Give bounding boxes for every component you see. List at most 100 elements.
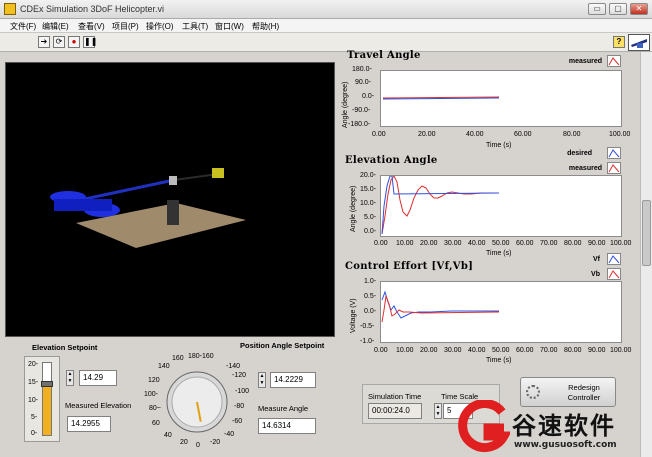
elevation-ytick: 10.0- [360, 200, 376, 207]
control-xtick: 20.00 [420, 347, 438, 354]
measured-angle-label: Measure Angle [258, 404, 309, 413]
elevation-xlabel: Time (s) [486, 250, 512, 257]
knob-label: 140 [158, 363, 170, 370]
elevation-xtick: 20.00 [420, 240, 438, 247]
control-ytick: -1.0- [360, 338, 375, 345]
control-vb-trace [381, 295, 500, 323]
scrollbar-thumb[interactable] [642, 200, 651, 266]
knob-label: -40 [224, 431, 235, 438]
knob-label: 180-160 [188, 353, 214, 360]
helicopter-body [54, 199, 112, 211]
elevation-setpoint-input[interactable]: 14.29 [79, 370, 117, 386]
elevation-legend-desired-swatch[interactable] [607, 147, 621, 159]
knob-label: 160 [172, 355, 184, 362]
slider-tick: 15- [28, 379, 39, 386]
elevation-legend-measured: measured [568, 165, 602, 172]
travel-angle-title: Travel Angle [347, 50, 421, 61]
elevation-slider-thumb[interactable] [41, 380, 53, 387]
travel-xtick: 0.00 [372, 131, 386, 138]
menu-file[interactable]: 文件(F) [10, 21, 36, 32]
menu-tools[interactable]: 工具(T) [182, 21, 208, 32]
knob-label: -60 [232, 418, 243, 425]
control-effort-title: Control Effort [Vf,Vb] [345, 261, 474, 272]
helicopter-3d-view[interactable] [5, 62, 335, 337]
elevation-slider-track[interactable] [41, 362, 53, 436]
menu-window[interactable]: 窗口(W) [215, 21, 244, 32]
watermark-g-icon [458, 400, 510, 453]
menu-help[interactable]: 帮助(H) [252, 21, 279, 32]
elevation-setpoint-spinner[interactable]: ▲ ▼ [66, 370, 74, 386]
control-xlabel: Time (s) [486, 357, 512, 364]
elevation-measured-trace [381, 175, 499, 235]
time-scale-spinner[interactable]: ▲ ▼ [434, 403, 442, 419]
measured-elevation-value: 14.2955 [67, 416, 111, 432]
watermark-logo: 谷速软件 www.gusuosoft.com [448, 398, 652, 457]
control-legend-vf-swatch[interactable] [607, 253, 621, 265]
support-post [167, 200, 179, 225]
counterweight-arm [173, 173, 219, 181]
vertical-scrollbar[interactable] [640, 52, 652, 457]
menu-view[interactable]: 查看(V) [78, 21, 105, 32]
elevation-xtick: 40.00 [468, 240, 486, 247]
control-ytick: -0.5- [360, 323, 375, 330]
run-arrow-icon[interactable]: ➔ [38, 36, 50, 48]
run-continuous-icon[interactable]: ⟳ [53, 36, 65, 48]
elevation-legend-measured-swatch[interactable] [607, 162, 621, 174]
knob-label: 100- [144, 391, 159, 398]
menu-edit[interactable]: 编辑(E) [42, 21, 69, 32]
gear-icon [526, 385, 540, 399]
elevation-angle-plot[interactable] [380, 175, 622, 237]
control-ytick: 1.0- [364, 278, 377, 285]
control-xtick: 50.00 [492, 347, 510, 354]
position-angle-input[interactable]: 14.2229 [270, 372, 316, 388]
travel-xtick: 80.00 [563, 131, 581, 138]
knob-label: -120 [232, 372, 247, 379]
travel-legend-measured-swatch[interactable] [607, 55, 621, 67]
maximize-button[interactable]: ▢ [609, 3, 627, 15]
control-legend-vb-swatch[interactable] [607, 268, 621, 280]
control-effort-plot[interactable] [380, 281, 622, 343]
minimize-button[interactable]: ▭ [588, 3, 606, 15]
menu-project[interactable]: 项目(P) [112, 21, 139, 32]
slider-tick: 20- [28, 361, 39, 368]
travel-xtick: 60.00 [514, 131, 532, 138]
elevation-xtick: 100.00 [610, 240, 632, 247]
position-angle-spinner[interactable]: ▲ ▼ [258, 372, 266, 388]
menu-operate[interactable]: 操作(O) [146, 21, 174, 32]
title-bar: CDEx Simulation 3DoF Helicopter.vi ▭ ▢ ✕ [0, 0, 652, 19]
control-xtick: 30.00 [444, 347, 462, 354]
travel-ytick: 180.0- [352, 66, 372, 73]
control-vf-trace [381, 290, 499, 319]
simulation-time-value: 00:00:24.0 [368, 403, 422, 419]
knob-label: -140 [226, 363, 241, 370]
elevation-ytick: 20.0- [360, 172, 376, 179]
control-xtick: 100.00 [610, 347, 632, 354]
elevation-xtick: 10.00 [396, 240, 414, 247]
control-xtick: 40.00 [468, 347, 486, 354]
slider-tick: 5- [31, 414, 38, 421]
control-ytick: 0.5- [364, 293, 377, 300]
window-title: CDEx Simulation 3DoF Helicopter.vi [20, 4, 165, 14]
menu-bar: 文件(F) 编辑(E) 查看(V) 项目(P) 操作(O) 工具(T) 窗口(W… [0, 19, 652, 33]
close-button[interactable]: ✕ [630, 3, 648, 15]
elevation-xtick: 60.00 [516, 240, 534, 247]
elevation-legend-desired: desired [567, 150, 592, 157]
helicopter-3d-render [50, 168, 246, 248]
help-icon[interactable]: ? [613, 36, 625, 48]
travel-angle-plot[interactable] [380, 70, 622, 127]
control-xtick: 70.00 [540, 347, 558, 354]
knob-label: 0 [196, 442, 200, 449]
travel-legend-measured: measured [568, 58, 602, 65]
elevation-ytick: 0.0- [364, 228, 377, 235]
knob-label: -80 [234, 403, 245, 410]
pivot-joint [169, 176, 177, 185]
elevation-ylabel: Angle (degree) [350, 185, 357, 232]
abort-icon[interactable]: ● [68, 36, 80, 48]
control-legend-vf: Vf [593, 256, 600, 263]
pause-icon[interactable]: ❚❚ [83, 36, 97, 48]
vi-icon [628, 34, 650, 51]
knob-label: 40 [164, 432, 172, 439]
simulation-time-label: Simulation Time [368, 392, 422, 401]
travel-ytick: -90.0- [352, 107, 371, 114]
knob-label: 60 [152, 420, 160, 427]
